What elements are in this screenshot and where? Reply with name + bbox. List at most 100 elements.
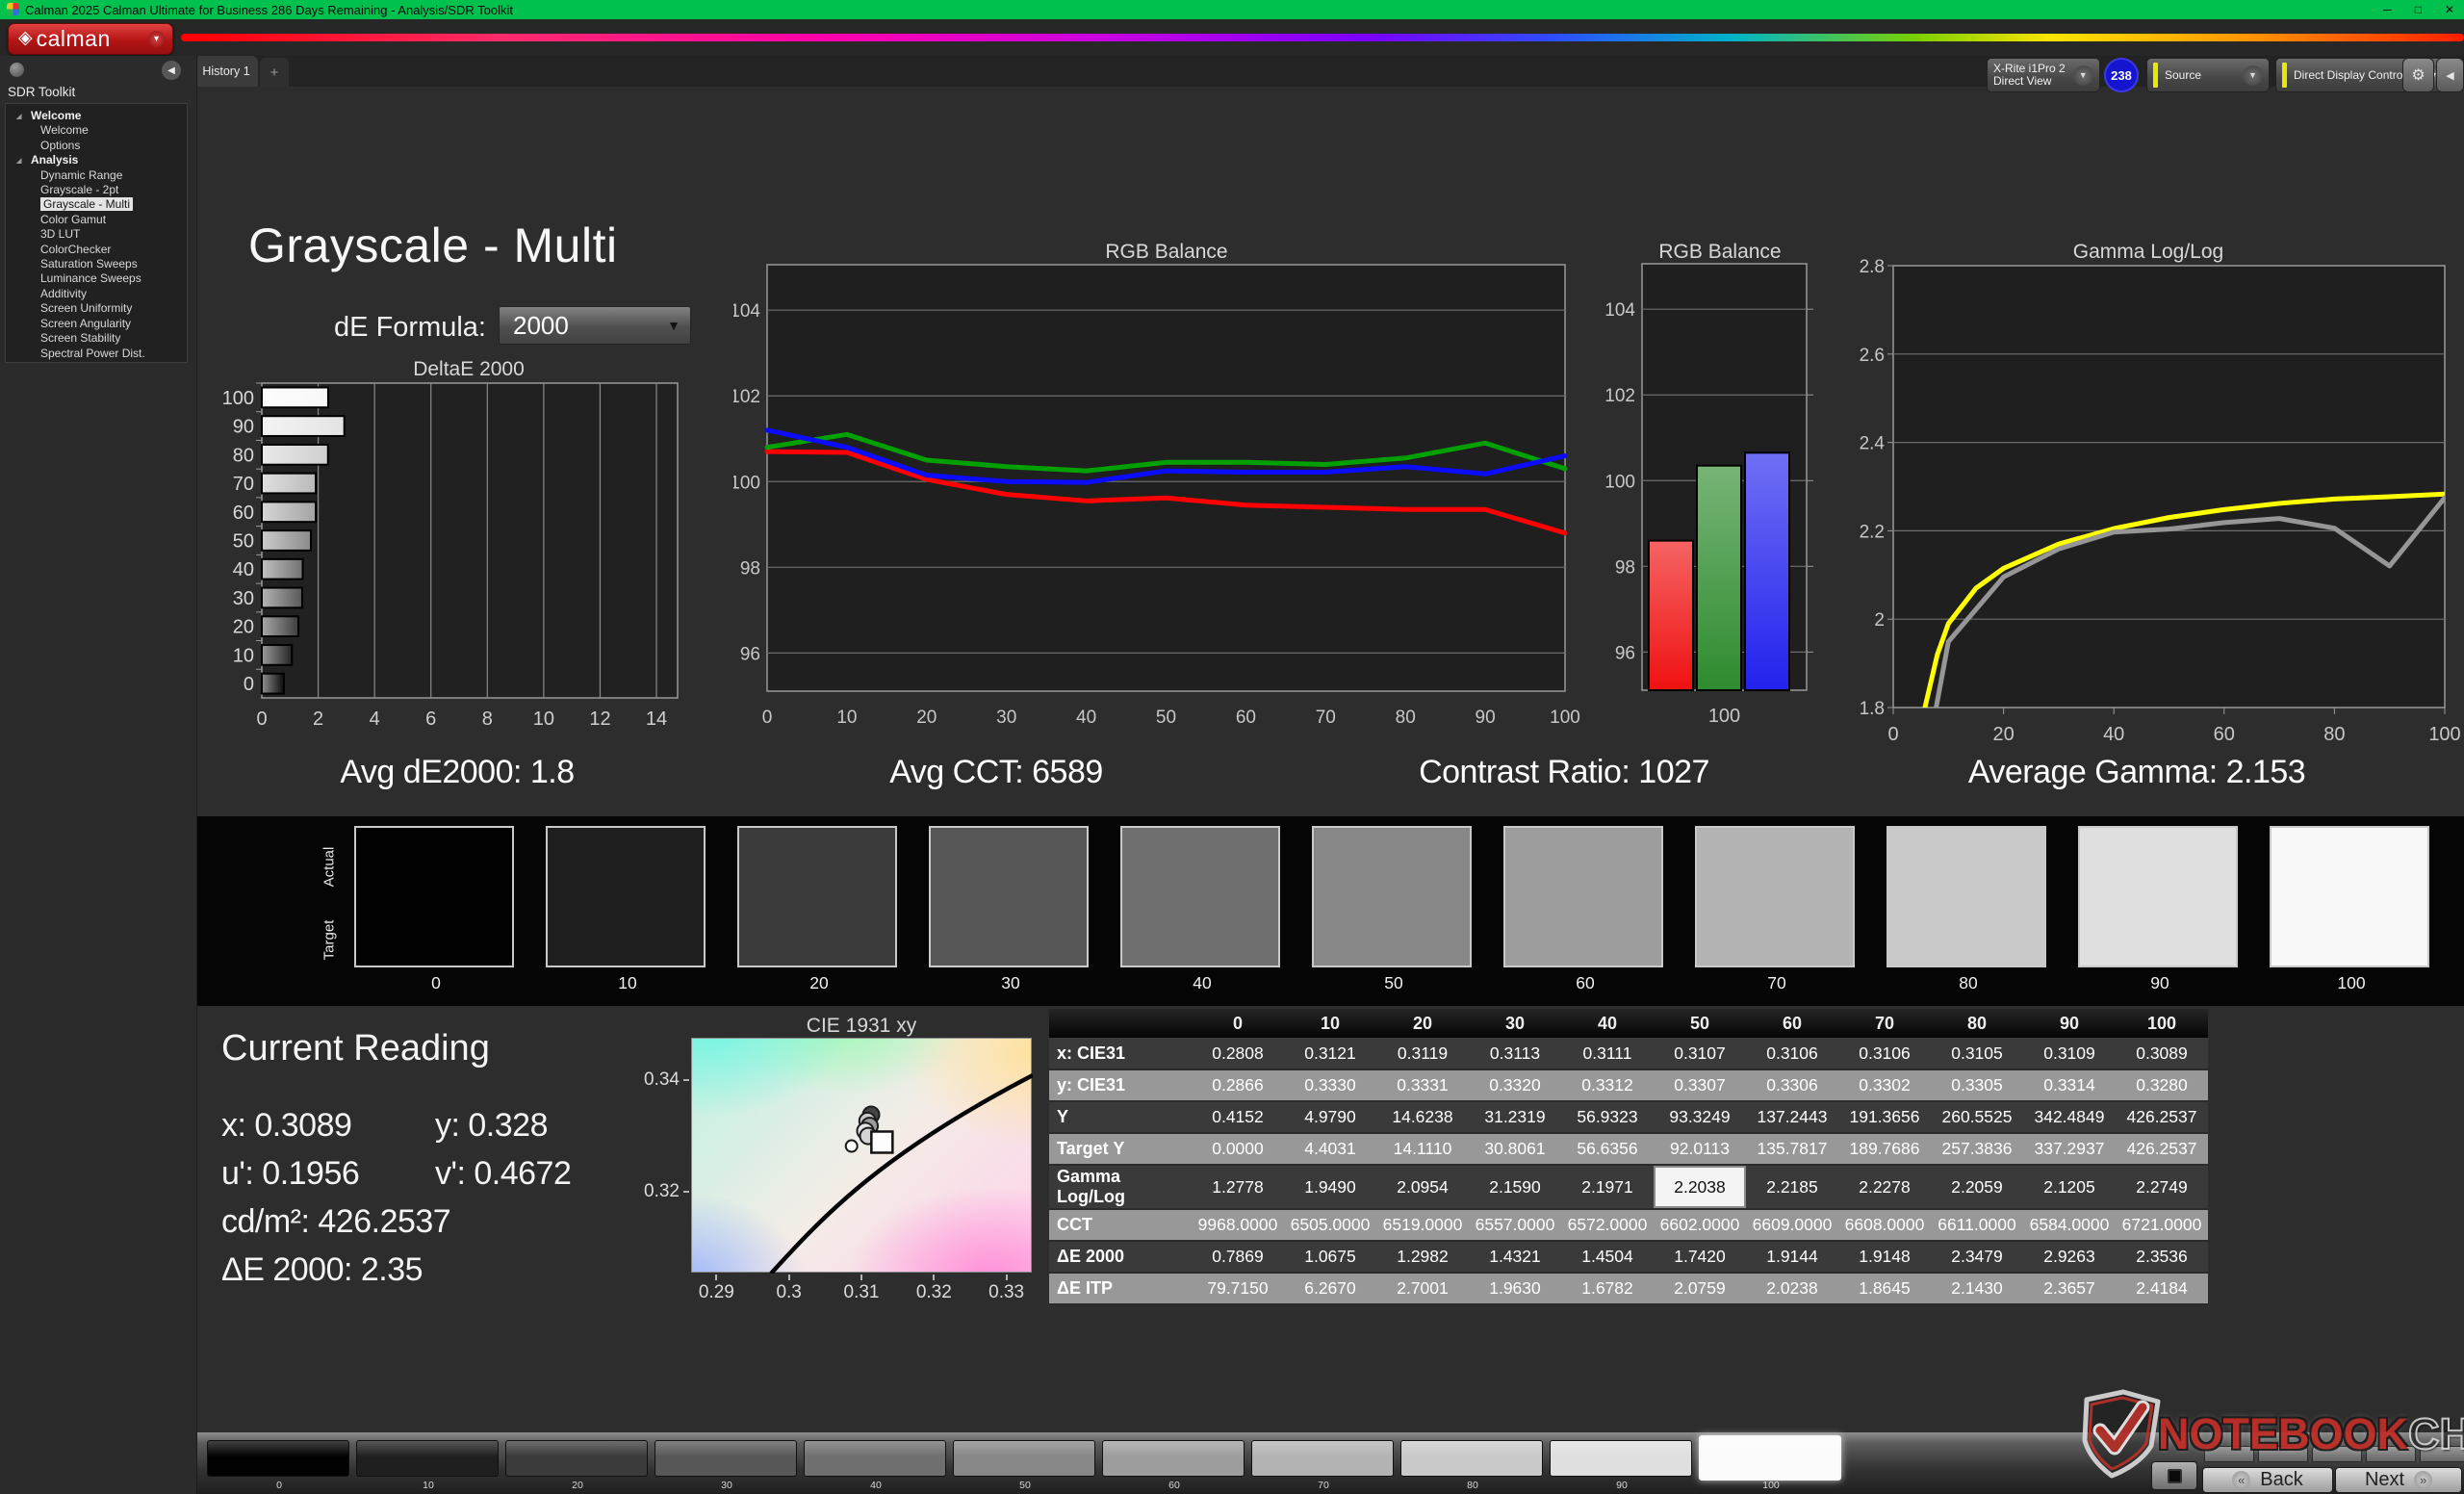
cell: 2.3479 <box>1931 1241 2023 1274</box>
de-formula-label: dE Formula: <box>334 312 486 343</box>
cell: 1.9144 <box>1746 1241 1838 1274</box>
table-row-e-itp: ΔE ITP 79.7150 6.2670 2.7001 1.9630 1.6782 2.0… <box>1049 1273 2208 1305</box>
svg-text:104: 104 <box>1604 300 1635 321</box>
pattern-button-10[interactable] <box>356 1440 499 1477</box>
sidebar-item-grayscale-2pt[interactable]: Grayscale - 2pt <box>6 183 187 197</box>
svg-text:30: 30 <box>233 588 254 609</box>
workflow-options-button[interactable] <box>10 63 24 77</box>
window-titlebar: Calman 2025 Calman Ultimate for Business… <box>0 0 2464 19</box>
cell: 2.0954 <box>1376 1165 1469 1210</box>
pattern-window-button[interactable] <box>2151 1461 2197 1490</box>
meter-dropdown[interactable]: X-Rite i1Pro 2 Direct View ▼ <box>1987 58 2100 92</box>
cell: 2.1205 <box>2023 1165 2116 1210</box>
quick-button[interactable] <box>2204 1446 2254 1462</box>
pattern-button-90[interactable] <box>1550 1440 1692 1477</box>
sidebar-item-luminance-sweeps[interactable]: Luminance Sweeps <box>6 271 187 286</box>
svg-text:50: 50 <box>233 531 254 553</box>
col-header-40: 40 <box>1561 1009 1654 1038</box>
add-tab-button[interactable]: + <box>260 58 289 87</box>
cell: 93.3249 <box>1654 1101 1746 1134</box>
cell: 1.2778 <box>1192 1165 1284 1210</box>
avg-cct-stat: Avg CCT: 6589 <box>889 754 1103 790</box>
sidebar-item-3d-lut[interactable]: 3D LUT <box>6 227 187 242</box>
source-label: Source <box>2165 67 2202 82</box>
calman-menu-button[interactable]: ◈ calman ▾ <box>8 23 173 55</box>
pattern-button-label-90: 90 <box>1616 1480 1628 1491</box>
quick-button[interactable] <box>2366 1446 2416 1462</box>
cell: 2.2059 <box>1931 1165 2023 1210</box>
quick-button[interactable] <box>2312 1446 2362 1462</box>
svg-text:60: 60 <box>233 502 254 524</box>
row-label: Y <box>1049 1101 1192 1134</box>
quick-button[interactable] <box>2420 1446 2464 1462</box>
sidebar-item-options[interactable]: Options <box>6 139 187 153</box>
svg-text:60: 60 <box>2214 724 2235 745</box>
svg-text:20: 20 <box>233 617 254 638</box>
source-dropdown[interactable]: Source ▼ <box>2146 58 2270 92</box>
svg-text:2.6: 2.6 <box>1860 346 1885 366</box>
avg-de2000-stat: Avg dE2000: 1.8 <box>340 754 575 790</box>
cell: 0.7869 <box>1192 1241 1284 1274</box>
gray-swatch-70 <box>1695 826 1855 967</box>
row-label: Gamma Log/Log <box>1049 1165 1192 1210</box>
sidebar-item-saturation-sweeps[interactable]: Saturation Sweeps <box>6 257 187 271</box>
svg-text:2: 2 <box>313 708 323 730</box>
close-button[interactable]: ✕ <box>2445 3 2454 16</box>
cell: 0.3089 <box>2116 1038 2208 1070</box>
meter-line2: Direct View <box>1993 74 2052 88</box>
next-button[interactable]: Next » <box>2335 1467 2462 1493</box>
maximize-button[interactable]: □ <box>2415 3 2422 16</box>
settings-button[interactable]: ⚙ <box>2402 58 2434 92</box>
chevron-down-icon: ▾ <box>148 31 165 47</box>
pattern-button-20[interactable] <box>505 1440 648 1477</box>
sidebar-item-screen-stability[interactable]: Screen Stability <box>6 331 187 346</box>
minimize-button[interactable]: ─ <box>2383 3 2392 16</box>
sidebar-item-colorchecker[interactable]: ColorChecker <box>6 243 187 257</box>
col-header-0: 0 <box>1192 1009 1284 1038</box>
sidebar-collapse-button[interactable]: ◀ <box>162 61 181 80</box>
sidebar-item-color-gamut[interactable]: Color Gamut <box>6 213 187 227</box>
sidebar-item-spectral-power-dist[interactable]: Spectral Power Dist. <box>6 347 187 361</box>
quick-button[interactable] <box>2258 1446 2308 1462</box>
sidebar-item-grayscale-multi[interactable]: Grayscale - Multi <box>6 197 187 212</box>
average-gamma-stat: Average Gamma: 2.153 <box>1967 754 2306 790</box>
gear-icon: ⚙ <box>2411 67 2426 84</box>
rainbow-strip <box>181 34 2464 41</box>
cell: 6505.0000 <box>1284 1209 1376 1242</box>
sidebar-item-additivity[interactable]: Additivity <box>6 287 187 301</box>
cell: 0.4152 <box>1192 1101 1284 1134</box>
double-chevron-right-icon: » <box>2414 1471 2433 1489</box>
de-formula-select[interactable]: 2000 ▼ <box>499 306 691 345</box>
cell: 0.3312 <box>1561 1069 1654 1102</box>
pattern-button-70[interactable] <box>1251 1440 1394 1477</box>
pattern-button-50[interactable] <box>953 1440 1095 1477</box>
cell: 1.9148 <box>1838 1241 1931 1274</box>
cell: 2.9263 <box>2023 1241 2116 1274</box>
cell: 337.2937 <box>2023 1133 2116 1166</box>
sidebar-item-welcome[interactable]: Welcome <box>6 123 187 138</box>
pattern-button-30[interactable] <box>654 1440 797 1477</box>
cell: 6519.0000 <box>1376 1209 1469 1242</box>
sidebar-item-screen-uniformity[interactable]: Screen Uniformity <box>6 301 187 316</box>
tree-group-analysis[interactable]: ◢ Analysis <box>6 153 187 167</box>
svg-text:2.4: 2.4 <box>1860 434 1886 454</box>
cell: 31.2319 <box>1469 1101 1561 1134</box>
svg-text:2: 2 <box>1874 610 1885 631</box>
calman-window: Calman 2025 Calman Ultimate for Business… <box>0 0 2464 1494</box>
pattern-button-40[interactable] <box>804 1440 946 1477</box>
back-button[interactable]: « Back <box>2202 1467 2333 1493</box>
tab-history-1[interactable]: History 1 <box>194 56 258 87</box>
col-header-30: 30 <box>1469 1009 1561 1038</box>
pattern-button-60[interactable] <box>1102 1440 1245 1477</box>
pattern-button-0[interactable] <box>207 1440 349 1477</box>
svg-text:100: 100 <box>2428 724 2460 745</box>
tree-group-welcome[interactable]: ◢ Welcome <box>6 109 187 123</box>
pattern-button-100[interactable] <box>1699 1435 1841 1481</box>
svg-text:30: 30 <box>996 708 1016 728</box>
collapse-panel-button[interactable]: ◀ <box>2436 58 2464 92</box>
cell: 6584.0000 <box>2023 1209 2116 1242</box>
sidebar-item-dynamic-range[interactable]: Dynamic Range <box>6 168 187 183</box>
sidebar-item-screen-angularity[interactable]: Screen Angularity <box>6 317 187 331</box>
svg-text:102: 102 <box>1604 386 1635 406</box>
pattern-button-80[interactable] <box>1400 1440 1543 1477</box>
